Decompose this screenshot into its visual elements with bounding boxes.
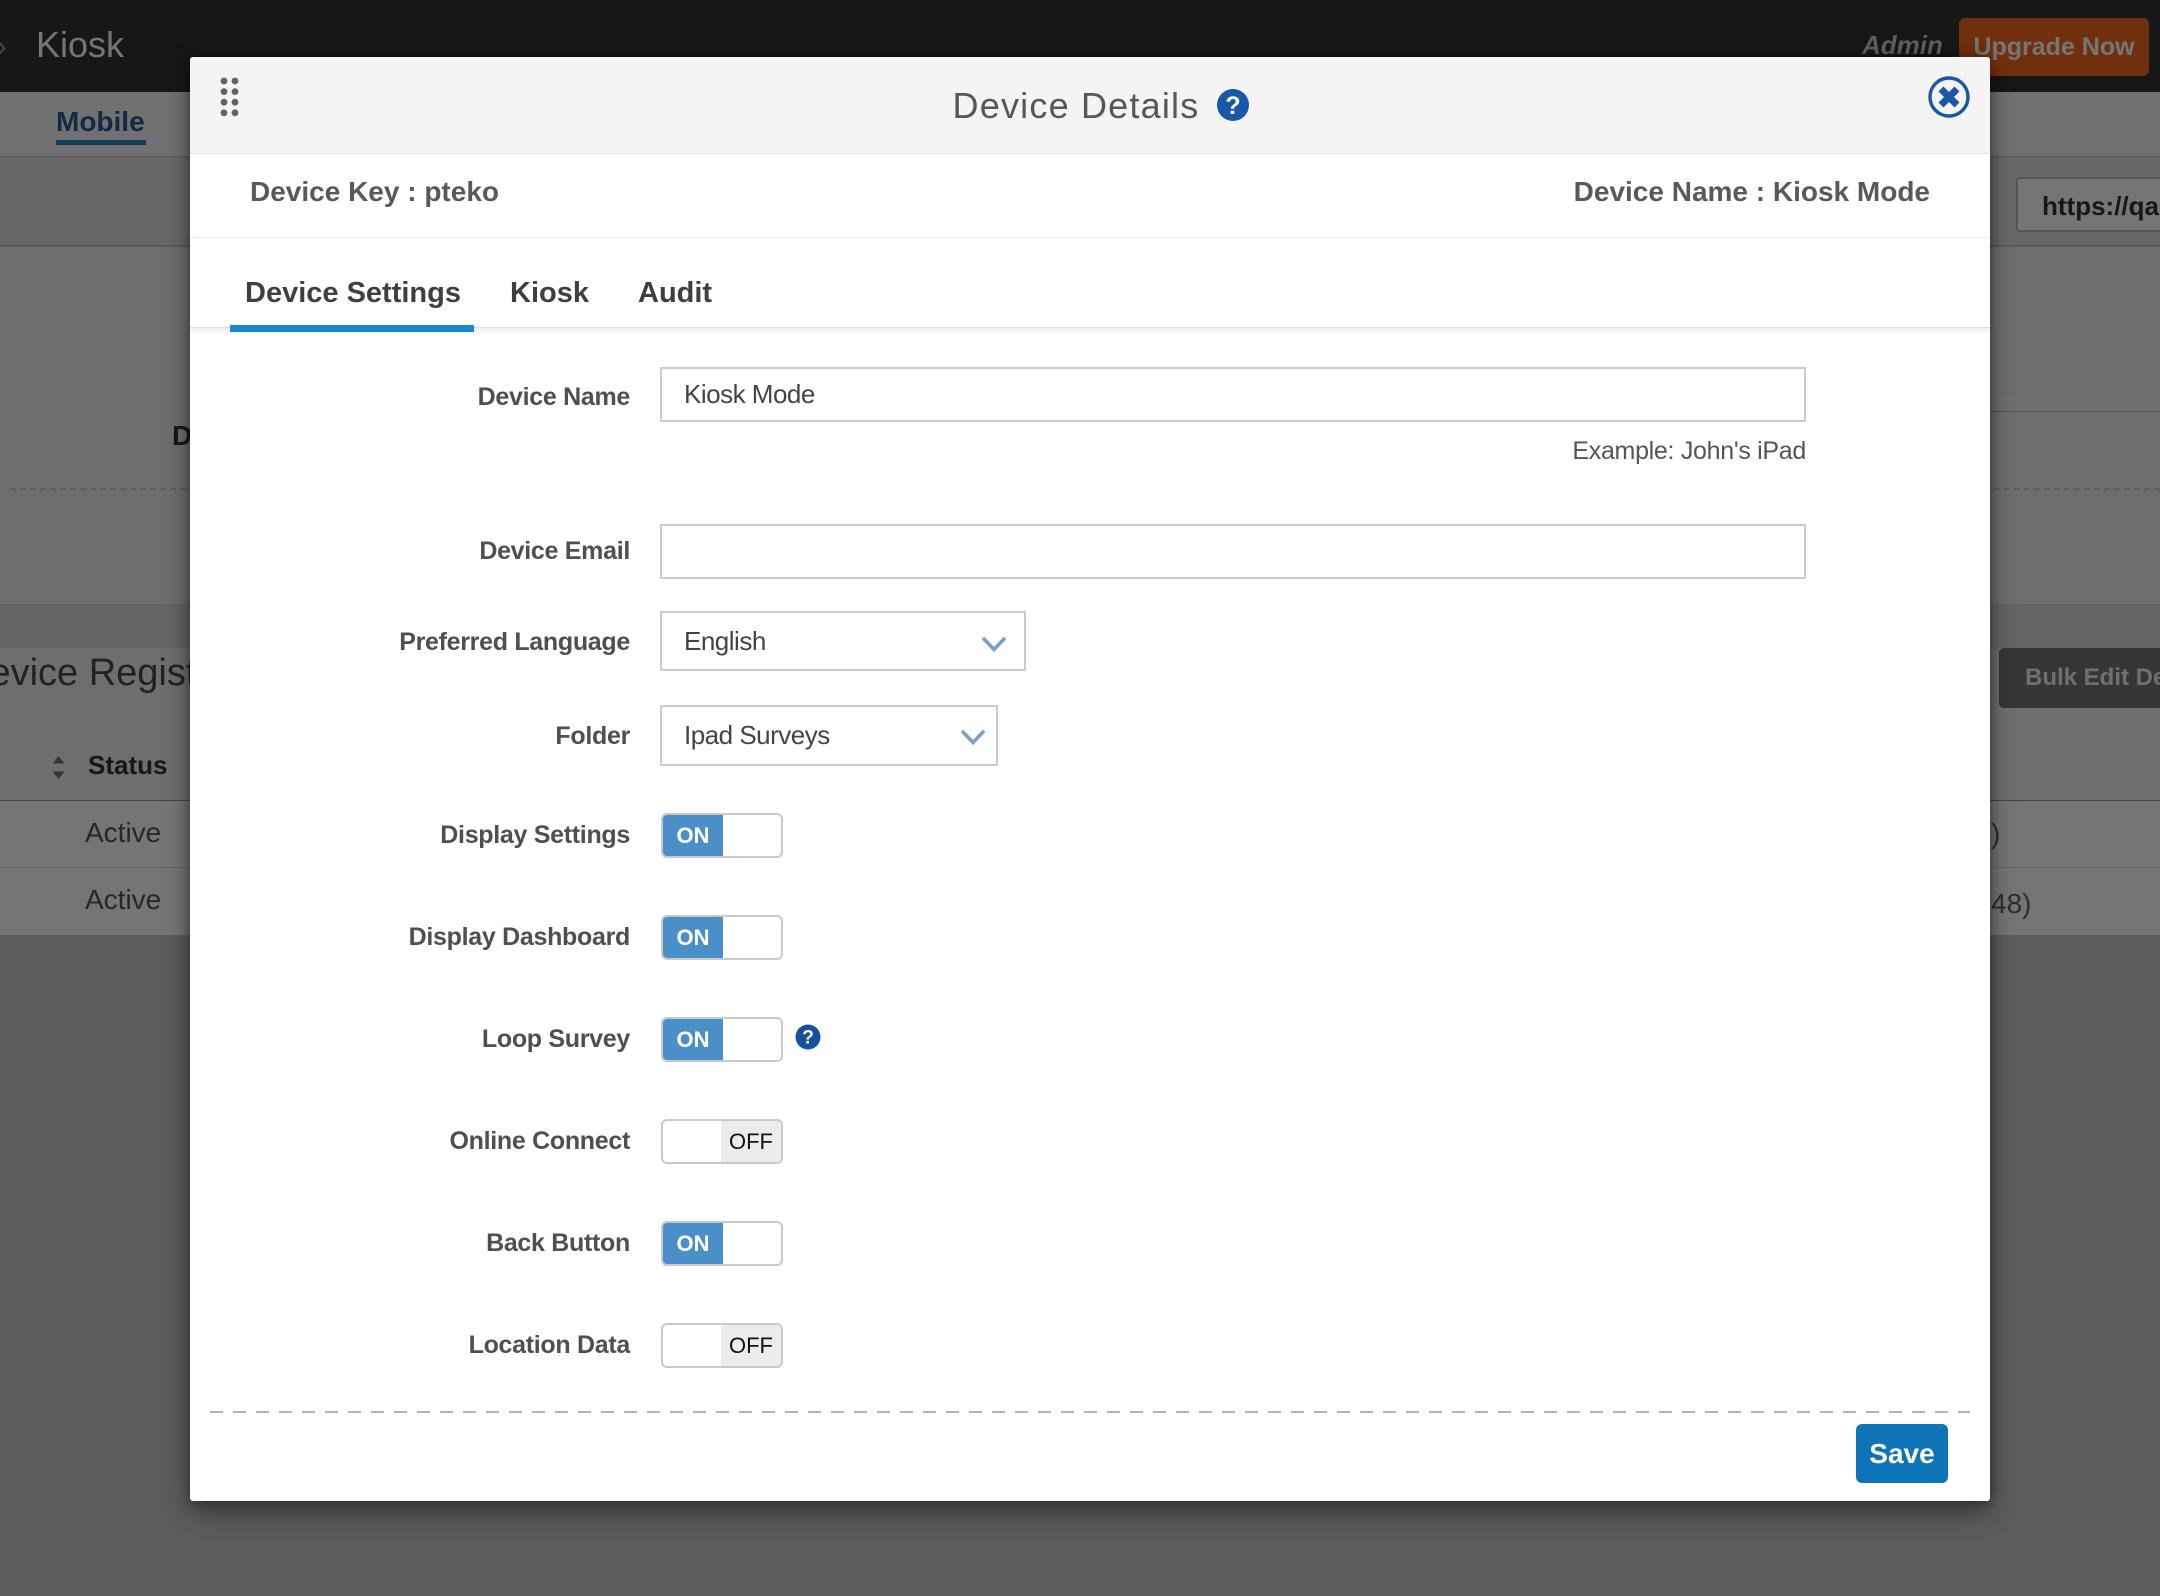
svg-text:?: ? [802, 1028, 814, 1049]
svg-text:?: ? [1225, 92, 1240, 120]
